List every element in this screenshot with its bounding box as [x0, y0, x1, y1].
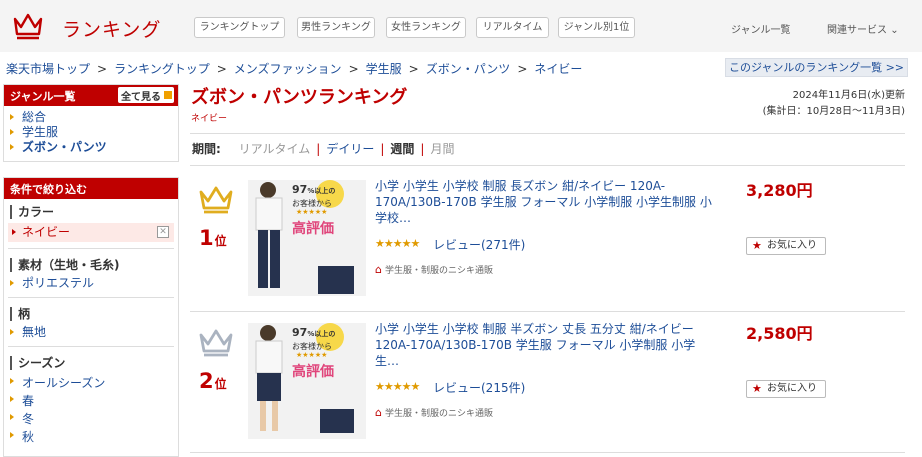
- gold-crown-icon: [199, 186, 233, 214]
- period-realtime[interactable]: リアルタイム: [239, 142, 311, 156]
- product-image[interactable]: 97%以上の お客様から ★★★★★ 高評価: [248, 323, 366, 439]
- show-all-button[interactable]: 全て見る: [118, 87, 174, 103]
- related-services-link[interactable]: 関連サービス ⌄: [827, 21, 899, 36]
- period-selector: 期間: リアルタイム | デイリー | 週間 | 月間: [192, 142, 455, 156]
- favorite-button[interactable]: ★ お気に入り: [746, 237, 826, 255]
- filter-box: 条件で絞り込む カラー ネイビー ✕ 素材（生地・毛糸) ポリエステル 柄 無地 …: [3, 177, 179, 457]
- home-icon: ⌂: [375, 263, 382, 276]
- home-icon: ⌂: [375, 406, 382, 419]
- rating-stars: ★★★★★: [375, 237, 420, 250]
- star-icon: ★: [752, 239, 762, 252]
- genre-item-current[interactable]: ズボン・パンツ: [4, 140, 178, 155]
- period-weekly[interactable]: 週間: [390, 142, 414, 156]
- badge-text: 高評価: [292, 221, 334, 237]
- filter-box-header: 条件で絞り込む: [4, 178, 178, 199]
- tab-men-ranking[interactable]: 男性ランキング: [297, 17, 375, 38]
- filter-pattern-item[interactable]: 無地: [4, 325, 178, 340]
- product-price: 3,280円: [746, 181, 813, 200]
- period-label: 期間:: [192, 142, 221, 156]
- tab-women-ranking[interactable]: 女性ランキング: [386, 17, 466, 38]
- header-bar: ランキング ランキングトップ 男性ランキング 女性ランキング リアルタイム ジャ…: [0, 0, 922, 52]
- favorite-button[interactable]: ★ お気に入り: [746, 380, 826, 398]
- breadcrumb-item[interactable]: ズボン・パンツ: [426, 62, 511, 76]
- update-info: 2024年11月6日(水)更新 (集計日：10月28日～11月3日): [762, 90, 905, 117]
- product-image[interactable]: 97%以上の お客様から ★★★★★ 高評価: [248, 180, 366, 296]
- review-count-link[interactable]: レビュー(215件): [433, 379, 525, 396]
- breadcrumb-item[interactable]: 学生服: [366, 62, 402, 76]
- badge-stars: ★★★★★: [296, 351, 328, 359]
- filter-color-label: カラー: [10, 205, 178, 219]
- breadcrumb-item[interactable]: 楽天市場トップ: [6, 62, 90, 76]
- rank-number: 1位: [199, 226, 227, 250]
- crown-logo-icon: [13, 13, 43, 40]
- filter-season-item[interactable]: オールシーズン: [4, 374, 178, 392]
- breadcrumb-item[interactable]: ランキングトップ: [114, 62, 210, 76]
- badge-text: 高評価: [292, 364, 334, 380]
- genre-item[interactable]: 総合: [4, 110, 178, 125]
- filter-season-item[interactable]: 冬: [4, 410, 178, 428]
- shop-link[interactable]: ⌂ 学生服・制服のニシキ通販: [375, 263, 493, 276]
- genre-ranking-list-link[interactable]: このジャンルのランキング一覧 >>: [725, 58, 908, 77]
- product-title-link[interactable]: 小学 小学生 小学校 制服 長ズボン 紺/ネイビー 120A-170A/130B…: [375, 178, 715, 226]
- genre-item[interactable]: 学生服: [4, 125, 178, 140]
- review-count-link[interactable]: レビュー(271件): [433, 236, 525, 253]
- silver-crown-icon: [199, 329, 233, 357]
- rating-stars: ★★★★★: [375, 380, 420, 393]
- genre-box-header: ジャンル一覧 全て見る: [4, 85, 178, 106]
- page-subtitle: ネイビー: [191, 114, 228, 124]
- ranking-logo[interactable]: ランキング: [62, 15, 161, 42]
- badge-text: 97%以上の: [292, 183, 336, 196]
- genre-list-link[interactable]: ジャンル一覧: [731, 21, 791, 36]
- filter-season-item[interactable]: 秋: [4, 428, 178, 446]
- arrow-icon: [164, 91, 172, 99]
- filter-pattern-label: 柄: [10, 307, 178, 321]
- breadcrumb-item[interactable]: メンズファッション: [234, 62, 342, 76]
- chevron-down-icon: ⌄: [890, 25, 899, 36]
- star-icon: ★: [752, 382, 762, 395]
- filter-material-item[interactable]: ポリエステル: [4, 276, 178, 291]
- shop-link[interactable]: ⌂ 学生服・制服のニシキ通販: [375, 406, 493, 419]
- product-title-link[interactable]: 小学 小学生 小学校 制服 半ズボン 丈長 五分丈 紺/ネイビー 120A-17…: [375, 321, 715, 369]
- filter-season-label: シーズン: [10, 356, 178, 370]
- rank-number: 2位: [199, 369, 227, 393]
- tab-realtime[interactable]: リアルタイム: [476, 17, 549, 38]
- period-daily[interactable]: デイリー: [326, 142, 374, 156]
- period-monthly: 月間: [430, 142, 455, 156]
- genre-box: ジャンル一覧 全て見る 総合 学生服 ズボン・パンツ: [3, 84, 179, 162]
- filter-season-item[interactable]: 春: [4, 392, 178, 410]
- filter-color-selected[interactable]: ネイビー ✕: [8, 223, 174, 242]
- page-title: ズボン・パンツランキング: [191, 87, 408, 108]
- badge-text: 97%以上の: [292, 326, 336, 339]
- tab-genre-first[interactable]: ジャンル別1位: [558, 17, 635, 38]
- product-price: 2,580円: [746, 324, 813, 343]
- breadcrumb: 楽天市場トップ > ランキングトップ > メンズファッション > 学生服 > ズボン・パンツ > ネ…: [6, 62, 583, 76]
- filter-material-label: 素材（生地・毛糸): [10, 258, 178, 272]
- badge-stars: ★★★★★: [296, 208, 328, 216]
- close-icon[interactable]: ✕: [157, 226, 169, 238]
- breadcrumb-item[interactable]: ネイビー: [534, 62, 582, 76]
- tab-ranking-top[interactable]: ランキングトップ: [194, 17, 285, 38]
